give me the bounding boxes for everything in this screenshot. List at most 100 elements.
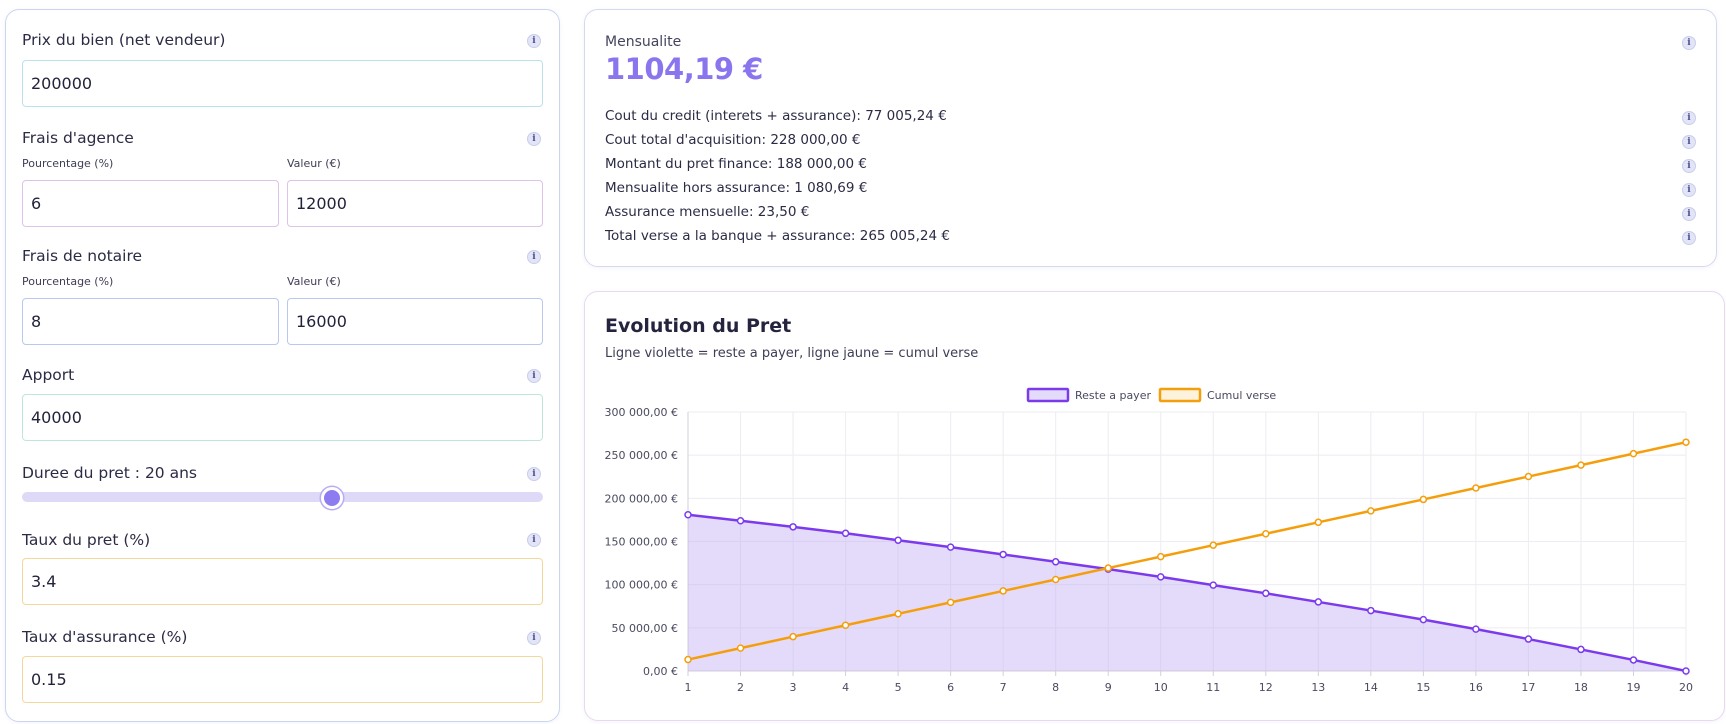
down-payment-info-icon[interactable]: i [527,369,541,383]
y-tick-label: 200 000,00 € [605,492,678,505]
down-payment-input[interactable] [22,394,543,441]
chart-title: Evolution du Pret [605,315,792,337]
x-tick-label: 17 [1521,681,1535,694]
total-paid-line: Total verse a la banque + assurance: 265… [605,228,950,244]
credit-cost-info-icon[interactable]: i [1682,111,1696,125]
x-tick-label: 16 [1469,681,1483,694]
data-point-reste-a-payer [1419,615,1428,624]
data-point-reste-a-payer [1051,558,1060,566]
data-point-cumul-verse [999,587,1007,595]
data-point-cumul-verse [1472,484,1480,492]
legend-label-cumul-verse: Cumul verse [1207,389,1276,402]
monthly-payment-value: 1104,19 € [605,52,763,86]
agency-percent-input[interactable] [22,180,279,227]
y-tick-label: 300 000,00 € [605,406,678,419]
loan-amount-info-icon[interactable]: i [1682,159,1696,173]
data-point-cumul-verse [789,632,797,641]
data-point-cumul-verse [1577,461,1585,469]
duration-slider-thumb[interactable] [321,487,343,509]
loan-rate-info-icon[interactable]: i [527,533,541,547]
total-acquisition-line: Cout total d'acquisition: 228 000,00 € [605,132,861,148]
series-area-reste-a-payer [688,514,1686,671]
price-input[interactable] [22,60,543,107]
data-point-reste-a-payer [1577,645,1585,654]
total-paid-info-icon[interactable]: i [1682,231,1696,245]
agency-fees-label: Frais d'agence [22,129,134,147]
insurance-rate-info-icon[interactable]: i [527,631,541,645]
x-tick-label: 13 [1311,681,1325,694]
x-tick-label: 20 [1679,681,1693,694]
duration-info-icon[interactable]: i [527,467,541,481]
data-point-cumul-verse [1156,552,1165,561]
data-point-reste-a-payer [841,529,850,538]
x-tick-label: 10 [1154,681,1168,694]
data-point-cumul-verse [1209,541,1218,549]
y-tick-label: 0,00 € [643,665,678,678]
notary-percent-input[interactable] [22,298,279,345]
price-info-icon[interactable]: i [527,34,541,48]
monthly-payment-label: Mensualite [605,34,682,50]
loan-amount-line: Montant du pret finance: 188 000,00 € [605,156,867,172]
data-point-cumul-verse [1682,438,1690,446]
data-point-reste-a-payer [1524,635,1533,643]
x-tick-label: 14 [1364,681,1378,694]
data-point-cumul-verse [1524,472,1533,481]
legend-swatch-cumul-verse [1158,387,1202,403]
credit-cost-line: Cout du credit (interets + assurance): 7… [605,108,947,124]
data-point-reste-a-payer [1682,667,1690,675]
y-tick-label: 150 000,00 € [605,536,678,549]
monthly-insurance-line: Assurance mensuelle: 23,50 € [605,204,810,220]
loan-rate-label: Taux du pret (%) [22,531,151,549]
insurance-rate-input[interactable] [22,656,543,703]
agency-value-input[interactable] [287,180,543,227]
x-tick-label: 12 [1259,681,1273,694]
data-point-reste-a-payer [736,517,745,525]
data-point-reste-a-payer [789,523,797,531]
total-acquisition-info-icon[interactable]: i [1682,135,1696,149]
notary-value-input[interactable] [287,298,543,345]
data-point-reste-a-payer [1209,581,1218,589]
data-point-cumul-verse [1262,529,1270,538]
data-point-cumul-verse [1051,575,1060,584]
down-payment-label: Apport [22,366,75,384]
legend-swatch-reste-a-payer [1026,387,1070,403]
data-point-cumul-verse [946,598,955,607]
loan-form-card [5,9,560,722]
price-label: Prix du bien (net vendeur) [22,31,226,49]
payment-excl-insurance-line: Mensualite hors assurance: 1 080,69 € [605,180,868,196]
duration-slider-track[interactable] [22,492,543,502]
x-tick-label: 3 [790,681,797,694]
data-point-reste-a-payer [1156,573,1165,581]
data-point-cumul-verse [1314,518,1323,527]
data-point-reste-a-payer [1367,606,1375,615]
data-point-reste-a-payer [946,543,955,551]
agency-fees-info-icon[interactable]: i [527,132,541,146]
data-point-reste-a-payer [894,536,902,544]
data-point-reste-a-payer [999,550,1007,559]
y-tick-label: 50 000,00 € [612,622,678,635]
payment-excl-insurance-info-icon[interactable]: i [1682,183,1696,197]
x-tick-label: 11 [1206,681,1220,694]
x-tick-label: 4 [842,681,849,694]
notary-percent-label: Pourcentage (%) [22,275,114,288]
loan-rate-input[interactable] [22,558,543,605]
x-tick-label: 5 [895,681,902,694]
data-point-cumul-verse [684,655,692,664]
data-point-cumul-verse [1104,564,1112,572]
monthly-insurance-info-icon[interactable]: i [1682,207,1696,221]
x-tick-label: 8 [1052,681,1059,694]
insurance-rate-label: Taux d'assurance (%) [22,628,188,646]
monthly-payment-info-icon[interactable]: i [1682,36,1696,50]
x-tick-label: 1 [685,681,692,694]
x-tick-label: 18 [1574,681,1588,694]
data-point-reste-a-payer [1314,598,1323,606]
legend-label-reste-a-payer: Reste a payer [1075,389,1151,402]
x-tick-label: 7 [1000,681,1007,694]
data-point-reste-a-payer [1629,656,1638,664]
agency-percent-label: Pourcentage (%) [22,157,114,170]
data-point-reste-a-payer [1262,589,1270,598]
y-tick-label: 100 000,00 € [605,579,678,592]
data-point-cumul-verse [1367,507,1375,515]
notary-fees-info-icon[interactable]: i [527,250,541,264]
x-tick-label: 19 [1626,681,1640,694]
